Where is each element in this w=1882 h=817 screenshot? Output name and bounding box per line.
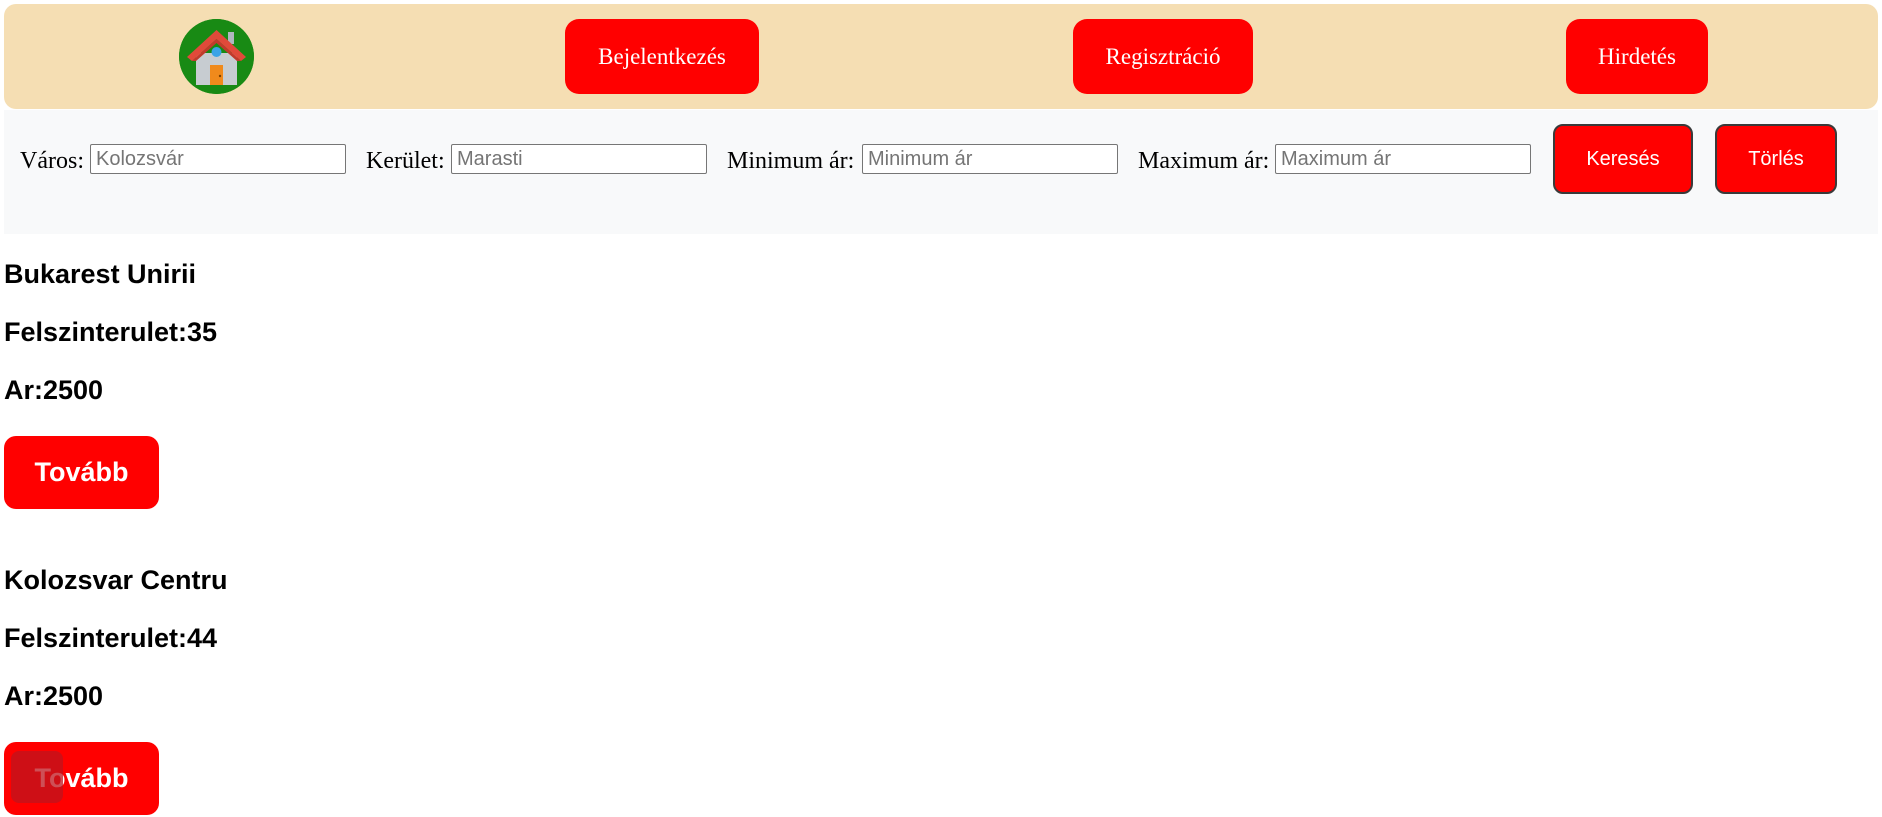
district-label: Kerület: [366, 148, 445, 174]
district-input[interactable] [451, 144, 707, 174]
header-nav: Bejelentkezés Regisztráció Hirdetés [4, 4, 1878, 109]
listing-price: Ar:2500 [4, 681, 104, 711]
post-ad-button[interactable]: Hirdetés [1566, 19, 1708, 94]
register-button[interactable]: Regisztráció [1073, 19, 1253, 94]
max-price-label: Maximum ár: [1138, 148, 1270, 174]
listing-title: Bukarest Unirii [4, 259, 197, 289]
more-button[interactable]: Tovább [4, 436, 159, 509]
listing-title: Kolozsvar Centru [4, 565, 228, 595]
listing-area: Felszinterulet:35 [4, 317, 218, 347]
search-filters: Város: Kerület: Minimum ár: Maximum ár: … [4, 110, 1878, 234]
min-price-input[interactable] [862, 144, 1118, 174]
listing-price: Ar:2500 [4, 375, 104, 405]
clear-button[interactable]: Törlés [1715, 124, 1837, 194]
city-input[interactable] [90, 144, 346, 174]
house-icon[interactable] [179, 19, 254, 94]
search-button[interactable]: Keresés [1553, 124, 1693, 194]
max-price-input[interactable] [1275, 144, 1531, 174]
listing-area: Felszinterulet:44 [4, 623, 218, 653]
min-price-label: Minimum ár: [727, 148, 855, 174]
house-logo-graphic [179, 19, 254, 94]
more-button[interactable]: Tovább [4, 742, 159, 815]
login-button[interactable]: Bejelentkezés [565, 19, 759, 94]
city-label: Város: [20, 148, 84, 174]
